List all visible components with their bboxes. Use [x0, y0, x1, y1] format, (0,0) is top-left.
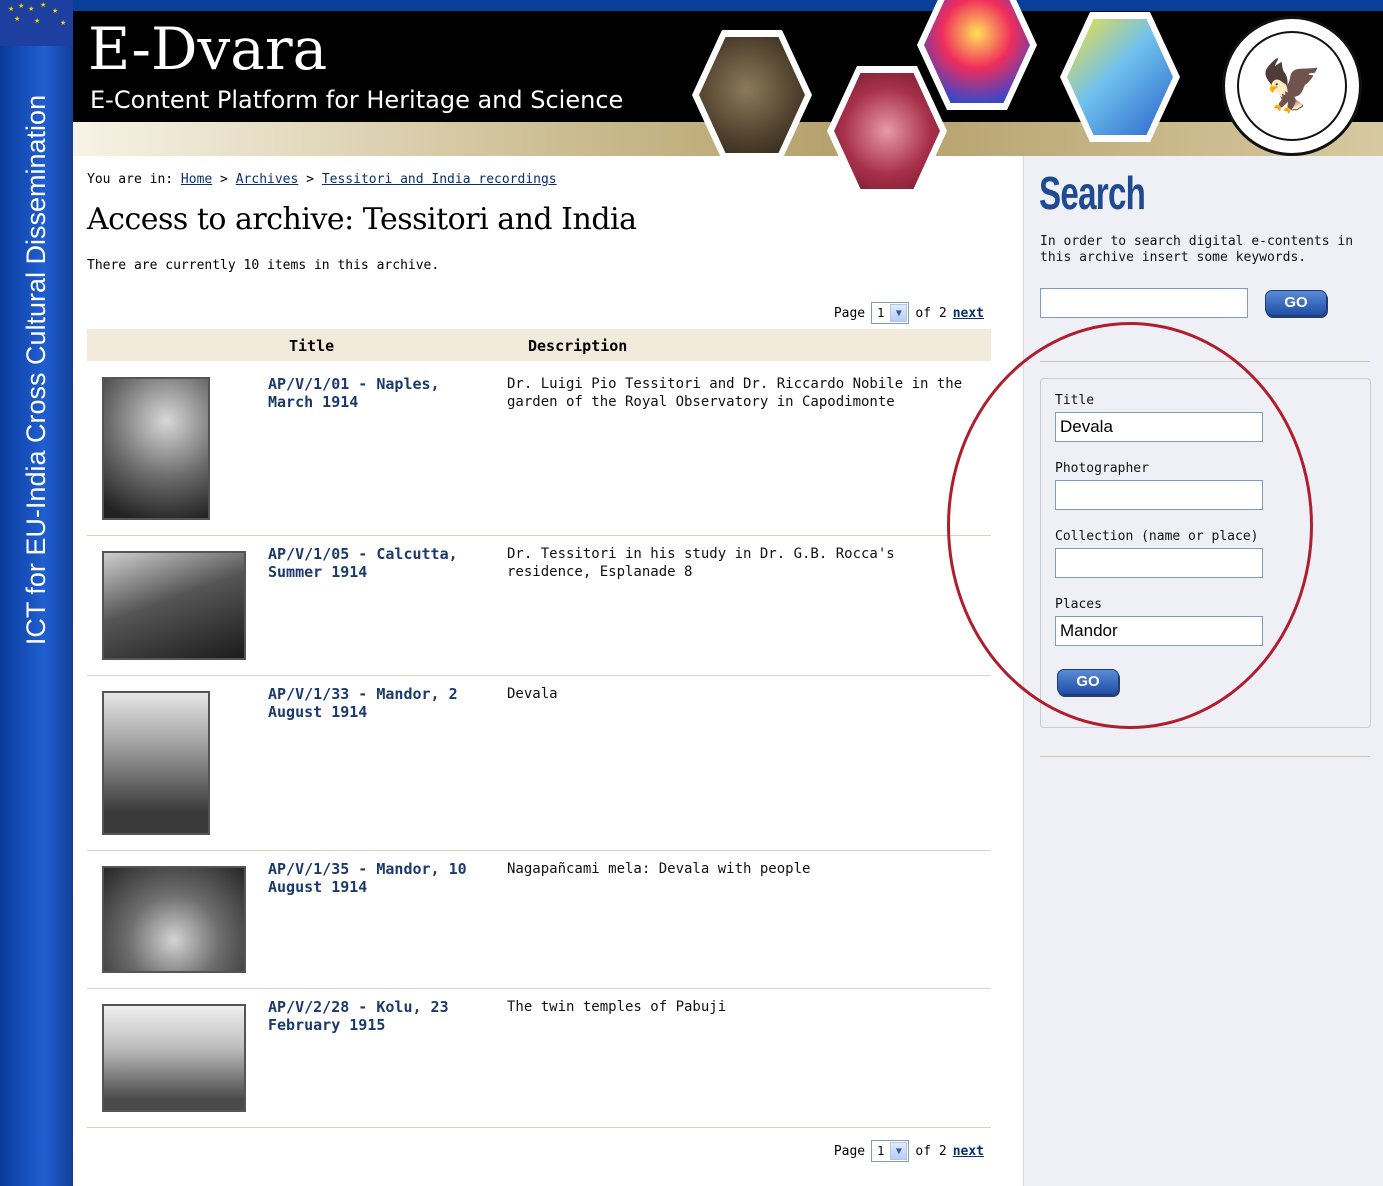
- title-field-label: Title: [1055, 393, 1095, 408]
- top-strip: [73, 0, 1383, 11]
- side-band: ★ ★ ★ ★ ★ ★ ★ ★ ICT for EU-India Cross C…: [0, 0, 73, 1186]
- breadcrumb-prefix: You are in:: [87, 172, 181, 187]
- pager-label: Page: [833, 1143, 866, 1159]
- row-thumbnail[interactable]: [102, 691, 210, 835]
- breadcrumb-separator: >: [298, 172, 322, 187]
- row-description: Dr. Luigi Pio Tessitori and Dr. Riccardo…: [507, 376, 963, 410]
- row-thumbnail[interactable]: [102, 866, 246, 973]
- table-row: AP/V/2/28 - Kolu, 23 February 1915 The t…: [87, 989, 991, 1128]
- breadcrumb-home-link[interactable]: Home: [181, 172, 212, 187]
- photographer-field-label: Photographer: [1055, 461, 1149, 476]
- search-title: Search: [1039, 167, 1146, 219]
- quick-search-go-button[interactable]: GO: [1265, 290, 1327, 316]
- page-select-value: 1: [877, 1144, 885, 1158]
- university-seal-icon: 🦅: [1222, 16, 1362, 156]
- row-thumbnail[interactable]: [102, 1004, 246, 1112]
- quick-search-input[interactable]: [1040, 288, 1248, 318]
- page-select[interactable]: 1 ▼: [871, 1140, 910, 1162]
- row-description: The twin temples of Pabuji: [507, 999, 727, 1015]
- advanced-search-go-button[interactable]: GO: [1057, 669, 1119, 695]
- title-field[interactable]: [1055, 412, 1263, 442]
- page-select[interactable]: 1 ▼: [871, 302, 910, 324]
- site-name[interactable]: E-Dvara: [88, 13, 327, 85]
- table-header: Title Description: [87, 329, 991, 361]
- row-thumbnail[interactable]: [102, 551, 246, 660]
- row-description: Devala: [507, 686, 558, 702]
- pager-top: Page 1 ▼ of 2 next: [834, 302, 984, 324]
- row-thumbnail[interactable]: [102, 377, 210, 520]
- chevron-down-icon[interactable]: ▼: [890, 304, 908, 322]
- search-help-text: In order to search digital e-contents in…: [1040, 234, 1354, 265]
- site-tagline: E-Content Platform for Heritage and Scie…: [90, 86, 624, 114]
- column-header-description: Description: [528, 337, 628, 355]
- row-title-link[interactable]: AP/V/2/28 - Kolu, 23 February 1915: [268, 998, 488, 1034]
- row-description: Dr. Tessitori in his study in Dr. G.B. R…: [507, 546, 895, 580]
- table-row: AP/V/1/05 - Calcutta, Summer 1914 Dr. Te…: [87, 536, 991, 676]
- breadcrumb-archives-link[interactable]: Archives: [236, 172, 299, 187]
- items-count: There are currently 10 items in this arc…: [87, 258, 440, 273]
- row-title-link[interactable]: AP/V/1/35 - Mandor, 10 August 1914: [268, 860, 488, 896]
- row-description: Nagapañcami mela: Devala with people: [507, 861, 811, 877]
- pager-label: Page: [833, 305, 866, 321]
- side-band-title: ICT for EU-India Cross Cultural Dissemin…: [21, 94, 51, 646]
- breadcrumb-separator: >: [212, 172, 236, 187]
- collection-field-label: Collection (name or place): [1055, 529, 1259, 544]
- places-field[interactable]: [1055, 616, 1263, 646]
- pager-next-link[interactable]: next: [953, 306, 984, 321]
- row-title-link[interactable]: AP/V/1/33 - Mandor, 2 August 1914: [268, 685, 488, 721]
- sidebar-divider: [1040, 756, 1370, 757]
- table-row: AP/V/1/35 - Mandor, 10 August 1914 Nagap…: [87, 851, 991, 989]
- column-header-title: Title: [289, 337, 335, 355]
- table-row: AP/V/1/01 - Naples, March 1914 Dr. Luigi…: [87, 361, 991, 536]
- table-row: AP/V/1/33 - Mandor, 2 August 1914 Devala: [87, 676, 991, 851]
- breadcrumb-current-link[interactable]: Tessitori and India recordings: [322, 172, 557, 187]
- row-title-link[interactable]: AP/V/1/05 - Calcutta, Summer 1914: [268, 545, 488, 581]
- photographer-field[interactable]: [1055, 480, 1263, 510]
- page-title: Access to archive: Tessitori and India: [87, 202, 637, 237]
- pager-next-link[interactable]: next: [953, 1144, 984, 1159]
- breadcrumb: You are in: Home > Archives > Tessitori …: [87, 172, 557, 187]
- sidebar-divider: [1040, 361, 1370, 362]
- collection-field[interactable]: [1055, 548, 1263, 578]
- search-sidebar: Search In order to search digital e-cont…: [1023, 156, 1383, 1186]
- places-field-label: Places: [1055, 597, 1102, 612]
- advanced-search-form: Title Photographer Collection (name or p…: [1040, 378, 1371, 728]
- page-select-value: 1: [877, 306, 885, 320]
- pager-bottom: Page 1 ▼ of 2 next: [834, 1140, 984, 1162]
- chevron-down-icon[interactable]: ▼: [890, 1142, 908, 1160]
- row-title-link[interactable]: AP/V/1/01 - Naples, March 1914: [268, 375, 488, 411]
- pager-total: of 2: [915, 305, 947, 321]
- pager-total: of 2: [915, 1143, 947, 1159]
